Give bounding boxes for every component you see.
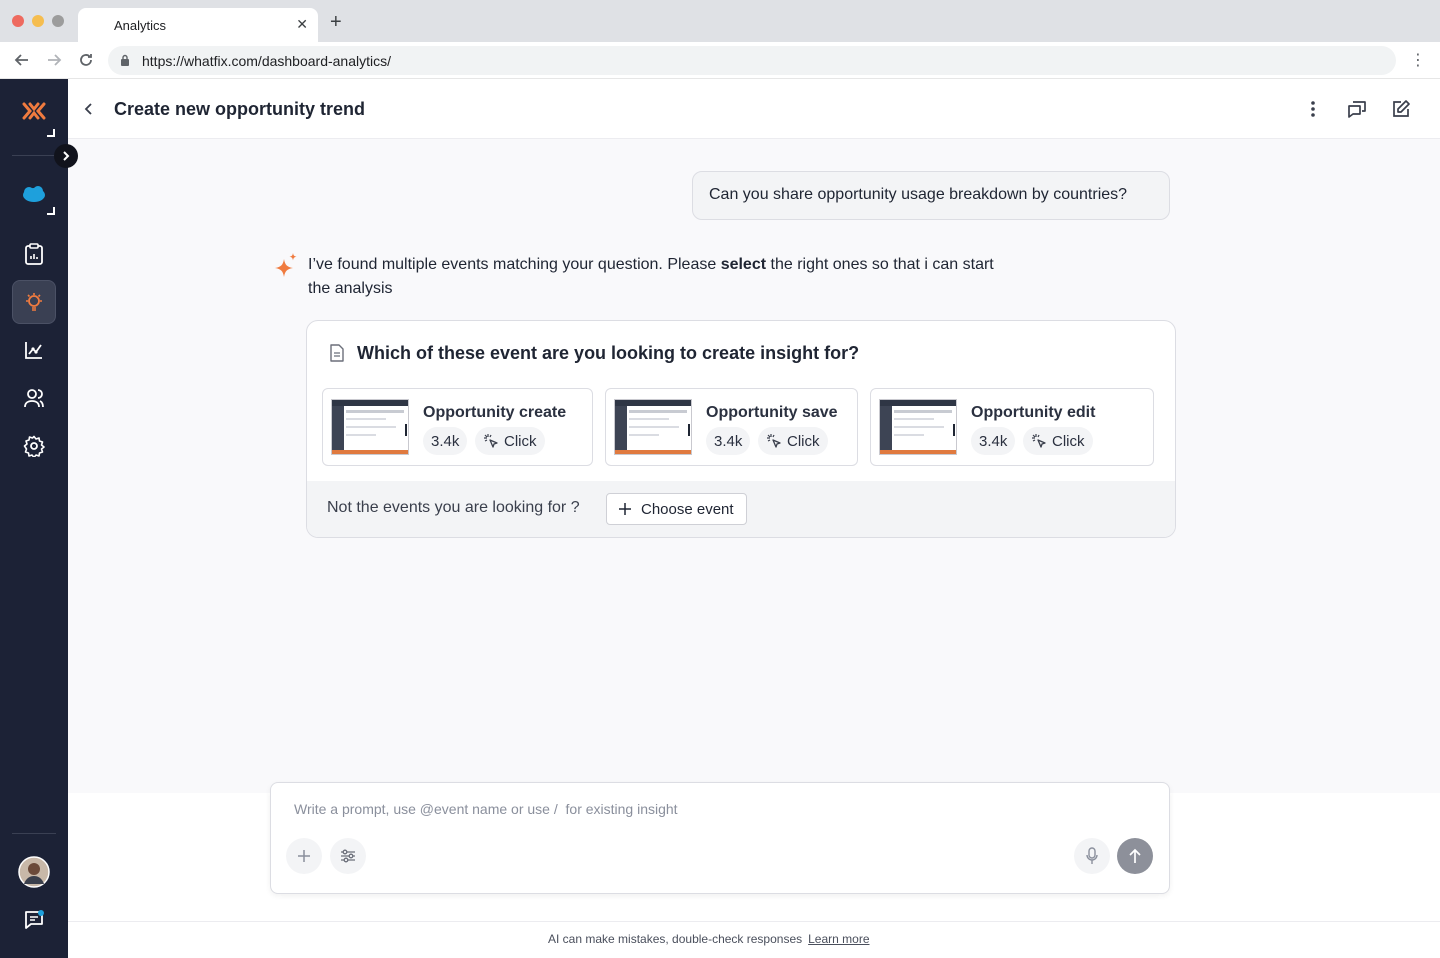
choose-event-button[interactable]: Choose event [606, 493, 747, 525]
event-type-badge: Click [475, 427, 545, 455]
event-type-label: Click [504, 432, 537, 450]
prompt-box[interactable]: Write a prompt, use @event name or use /… [270, 782, 1170, 894]
event-count-badge: 3.4k [706, 427, 751, 455]
chevron-right-icon [63, 151, 70, 161]
browser-tab-bar: Analytics ✕ + [0, 0, 1440, 42]
clipboard-report-icon[interactable] [12, 232, 56, 276]
click-cursor-icon [767, 434, 781, 448]
insights-bulb-icon[interactable] [12, 280, 56, 324]
tab-title: Analytics [114, 18, 167, 33]
ai-message-emphasis: select [720, 256, 767, 273]
corner-mark-icon [47, 129, 55, 137]
sidebar [0, 79, 78, 958]
sliders-icon [341, 849, 355, 863]
disclaimer-text: AI can make mistakes, double-check respo… [548, 932, 803, 946]
event-count-badge: 3.4k [423, 427, 468, 455]
trend-chart-icon[interactable] [12, 328, 56, 372]
event-type-label: Click [1052, 432, 1085, 450]
browser-menu-icon[interactable]: ⋮ [1410, 50, 1426, 70]
event-type-badge: Click [1023, 427, 1093, 455]
user-avatar[interactable] [12, 850, 56, 894]
event-count-badge: 3.4k [971, 427, 1016, 455]
filters-button[interactable] [330, 838, 366, 874]
minimize-window-button[interactable] [32, 15, 44, 27]
ai-message: I’ve found multiple events matching your… [308, 253, 1008, 301]
users-icon[interactable] [12, 376, 56, 420]
event-thumbnail [879, 399, 957, 455]
edit-icon[interactable] [1389, 97, 1413, 121]
corner-mark-icon [47, 207, 55, 215]
reload-icon[interactable] [78, 52, 94, 68]
not-found-text: Not the events you are looking for ? [327, 499, 580, 516]
chat-support-icon[interactable] [12, 898, 56, 942]
learn-more-link[interactable]: Learn more [808, 932, 869, 946]
address-bar-row: https://whatfix.com/dashboard-analytics/… [0, 42, 1440, 79]
lock-icon [121, 54, 129, 66]
event-name: Opportunity create [423, 404, 567, 421]
card-title: Which of these event are you looking to … [357, 343, 860, 363]
gear-icon[interactable] [12, 424, 56, 468]
plus-icon [298, 850, 310, 862]
conversations-icon[interactable] [1345, 97, 1369, 121]
close-window-button[interactable] [12, 15, 24, 27]
window-controls [12, 15, 64, 27]
event-name: Opportunity edit [971, 404, 1096, 421]
event-type-label: Click [787, 432, 820, 450]
click-cursor-icon [1032, 434, 1046, 448]
event-type-badge: Click [758, 427, 828, 455]
close-tab-icon[interactable]: ✕ [296, 16, 308, 33]
whatfix-logo-icon[interactable] [12, 89, 56, 133]
footer-divider [68, 921, 1440, 922]
page-header: Create new opportunity trend [68, 79, 1440, 139]
event-option-opportunity-create[interactable]: Opportunity create 3.4k Click [322, 388, 593, 466]
ai-disclaimer: AI can make mistakes, double-check respo… [548, 932, 870, 946]
send-button[interactable] [1117, 838, 1153, 874]
document-icon [330, 344, 344, 362]
plus-icon [619, 503, 631, 515]
prompt-input[interactable]: Write a prompt, use @event name or use /… [294, 801, 678, 817]
event-name: Opportunity save [706, 404, 838, 421]
user-message-bubble: Can you share opportunity usage breakdow… [692, 171, 1170, 220]
event-thumbnail [614, 399, 692, 455]
expand-sidebar-button[interactable] [54, 144, 78, 168]
url-field[interactable]: https://whatfix.com/dashboard-analytics/ [108, 46, 1396, 75]
arrow-up-icon [1129, 848, 1141, 863]
maximize-window-button[interactable] [52, 15, 64, 27]
click-cursor-icon [484, 434, 498, 448]
ai-message-text: I’ve found multiple events matching your… [308, 256, 721, 273]
sidebar-divider [12, 155, 56, 156]
sidebar-divider [12, 833, 56, 834]
voice-input-button[interactable] [1074, 838, 1110, 874]
event-option-opportunity-edit[interactable]: Opportunity edit 3.4k Click [870, 388, 1154, 466]
forward-arrow-icon[interactable] [46, 52, 62, 68]
back-arrow-icon[interactable] [14, 52, 30, 68]
event-thumbnail [331, 399, 409, 455]
more-options-icon[interactable] [1301, 97, 1325, 121]
event-selection-card: Which of these event are you looking to … [306, 320, 1176, 538]
event-option-opportunity-save[interactable]: Opportunity save 3.4k Click [605, 388, 858, 466]
add-attachment-button[interactable] [286, 838, 322, 874]
page-title: Create new opportunity trend [114, 99, 366, 119]
ai-sparkle-icon [275, 253, 297, 277]
microphone-icon [1086, 847, 1098, 864]
new-tab-icon[interactable]: + [330, 12, 342, 32]
url-text: https://whatfix.com/dashboard-analytics/ [142, 53, 392, 69]
card-footer: Not the events you are looking for ? Cho… [307, 481, 1175, 537]
browser-tab[interactable]: Analytics ✕ [78, 8, 318, 42]
choose-event-label: Choose event [641, 500, 734, 518]
chevron-left-icon[interactable] [82, 99, 96, 119]
